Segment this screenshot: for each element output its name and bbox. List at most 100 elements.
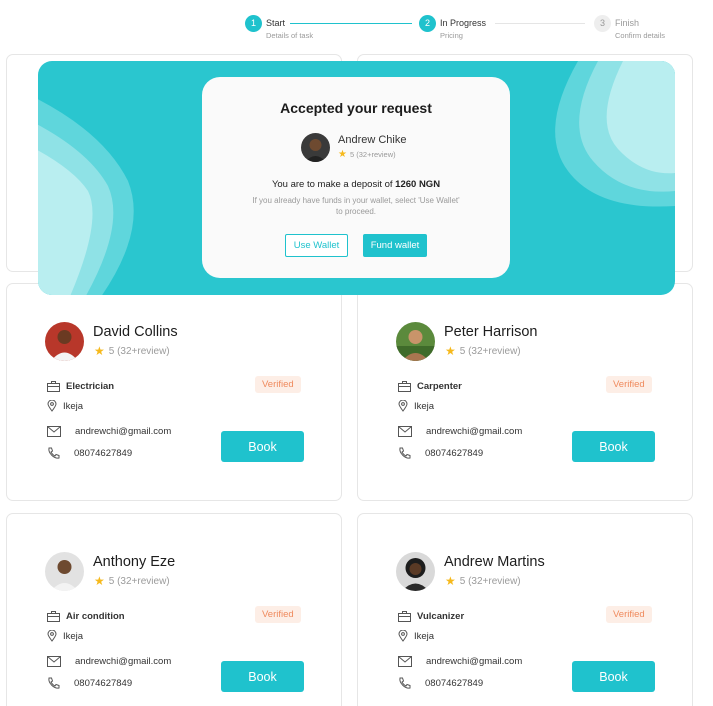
step-sub: Pricing [440, 31, 463, 40]
phone-icon [48, 447, 60, 459]
star-icon: ★ [338, 149, 347, 160]
phone: 08074627849 [74, 448, 133, 459]
avatar [45, 552, 84, 591]
rating-text: 5 (32+review) [459, 345, 521, 357]
step-label: In Progress [440, 18, 487, 28]
provider-rating: ★ 5 (32+review) [94, 574, 170, 588]
profession-row: Air condition [47, 611, 125, 622]
email-row: andrewchi@gmail.com [47, 656, 171, 667]
location: Ikeja [63, 630, 84, 642]
star-icon: ★ [445, 574, 456, 588]
mail-icon [398, 426, 412, 437]
profession: Carpenter [417, 381, 462, 392]
progress-stepper: 1 Start Details of task 2 In Progress Pr… [0, 15, 713, 51]
deposit-text: You are to make a deposit of 1260 NGN [202, 179, 510, 190]
accepted-request-modal: Accepted your request Andrew Chike ★ 5 (3… [202, 77, 510, 278]
provider-rating: ★ 5 (32+review) [445, 344, 521, 358]
email: andrewchi@gmail.com [426, 426, 523, 437]
phone: 08074627849 [425, 448, 484, 459]
mail-icon [398, 656, 412, 667]
step-connector [290, 23, 412, 24]
rating-text: 5 (32+review) [459, 575, 521, 587]
profession-row: Vulcanizer [398, 611, 464, 622]
step-label: Finish [615, 18, 640, 28]
phone-row: 08074627849 [47, 677, 132, 690]
profession-row: Electrician [47, 381, 114, 392]
wallet-hint: If you already have funds in your wallet… [252, 196, 460, 216]
step-sub: Details of task [266, 31, 314, 40]
location-pin-icon [398, 400, 408, 412]
phone-row: 08074627849 [398, 447, 483, 460]
star-icon: ★ [445, 344, 456, 358]
book-button[interactable]: Book [221, 661, 304, 692]
email: andrewchi@gmail.com [75, 656, 172, 667]
book-button[interactable]: Book [572, 431, 655, 462]
location-pin-icon [47, 630, 57, 642]
mail-icon [47, 656, 61, 667]
provider-name: Andrew Martins [444, 554, 545, 570]
rating-text: 5 (32+review) [108, 345, 170, 357]
profession-row: Carpenter [398, 381, 462, 392]
briefcase-icon [47, 611, 60, 622]
phone: 08074627849 [74, 678, 133, 689]
provider-name: David Collins [93, 324, 178, 340]
step-connector [495, 23, 585, 24]
step-number: 3 [594, 15, 611, 32]
provider-card: Anthony Eze ★ 5 (32+review) Air condition… [6, 513, 342, 706]
profession: Vulcanizer [417, 611, 465, 622]
rating-text: 5 (32+review) [349, 150, 396, 159]
email-row: andrewchi@gmail.com [398, 426, 522, 437]
location-pin-icon [47, 400, 57, 412]
provider-rating: ★ 5 (32+review) [94, 344, 170, 358]
deposit-amount: 1260 NGN [395, 179, 441, 190]
profession: Air condition [66, 611, 125, 622]
location-row: Ikeja [47, 630, 83, 642]
use-wallet-button[interactable]: Use Wallet [285, 234, 348, 257]
avatar [396, 552, 435, 591]
book-button[interactable]: Book [572, 661, 655, 692]
email: andrewchi@gmail.com [426, 656, 523, 667]
provider-card: Peter Harrison ★ 5 (32+review) Carpenter … [357, 283, 693, 501]
mail-icon [47, 426, 61, 437]
briefcase-icon [398, 381, 411, 392]
step-number: 2 [419, 15, 436, 32]
phone-icon [399, 677, 411, 689]
provider-rating: ★ 5 (32+review) [338, 149, 396, 160]
phone-row: 08074627849 [398, 677, 483, 690]
book-button[interactable]: Book [221, 431, 304, 462]
verified-badge: Verified [255, 376, 301, 393]
profession: Electrician [66, 381, 115, 392]
provider-rating: ★ 5 (32+review) [445, 574, 521, 588]
step-number: 1 [245, 15, 262, 32]
fund-wallet-button[interactable]: Fund wallet [363, 234, 427, 257]
avatar [396, 322, 435, 361]
briefcase-icon [47, 381, 60, 392]
provider-card: Andrew Martins ★ 5 (32+review) Vulcanizer… [357, 513, 693, 706]
location: Ikeja [414, 400, 435, 412]
email: andrewchi@gmail.com [75, 426, 172, 437]
step-finish: 3 Finish Confirm details [594, 15, 665, 40]
location: Ikeja [414, 630, 435, 642]
provider-name: Andrew Chike [338, 134, 407, 146]
verified-badge: Verified [606, 376, 652, 393]
location-row: Ikeja [398, 630, 434, 642]
phone-icon [399, 447, 411, 459]
phone-row: 08074627849 [47, 447, 132, 460]
phone: 08074627849 [425, 678, 484, 689]
step-start: 1 Start Details of task [245, 15, 313, 40]
provider-name: Anthony Eze [93, 554, 176, 570]
step-sub: Confirm details [615, 31, 666, 40]
avatar [45, 322, 84, 361]
location-row: Ikeja [47, 400, 83, 412]
phone-icon [48, 677, 60, 689]
provider-card: David Collins ★ 5 (32+review) Electrician… [6, 283, 342, 501]
modal-title: Accepted your request [280, 100, 432, 116]
location: Ikeja [63, 400, 84, 412]
provider-name: Peter Harrison [444, 324, 538, 340]
verified-badge: Verified [606, 606, 652, 623]
verified-badge: Verified [255, 606, 301, 623]
star-icon: ★ [94, 574, 105, 588]
rating-text: 5 (32+review) [108, 575, 170, 587]
briefcase-icon [398, 611, 411, 622]
step-in-progress: 2 In Progress Pricing [419, 15, 486, 40]
